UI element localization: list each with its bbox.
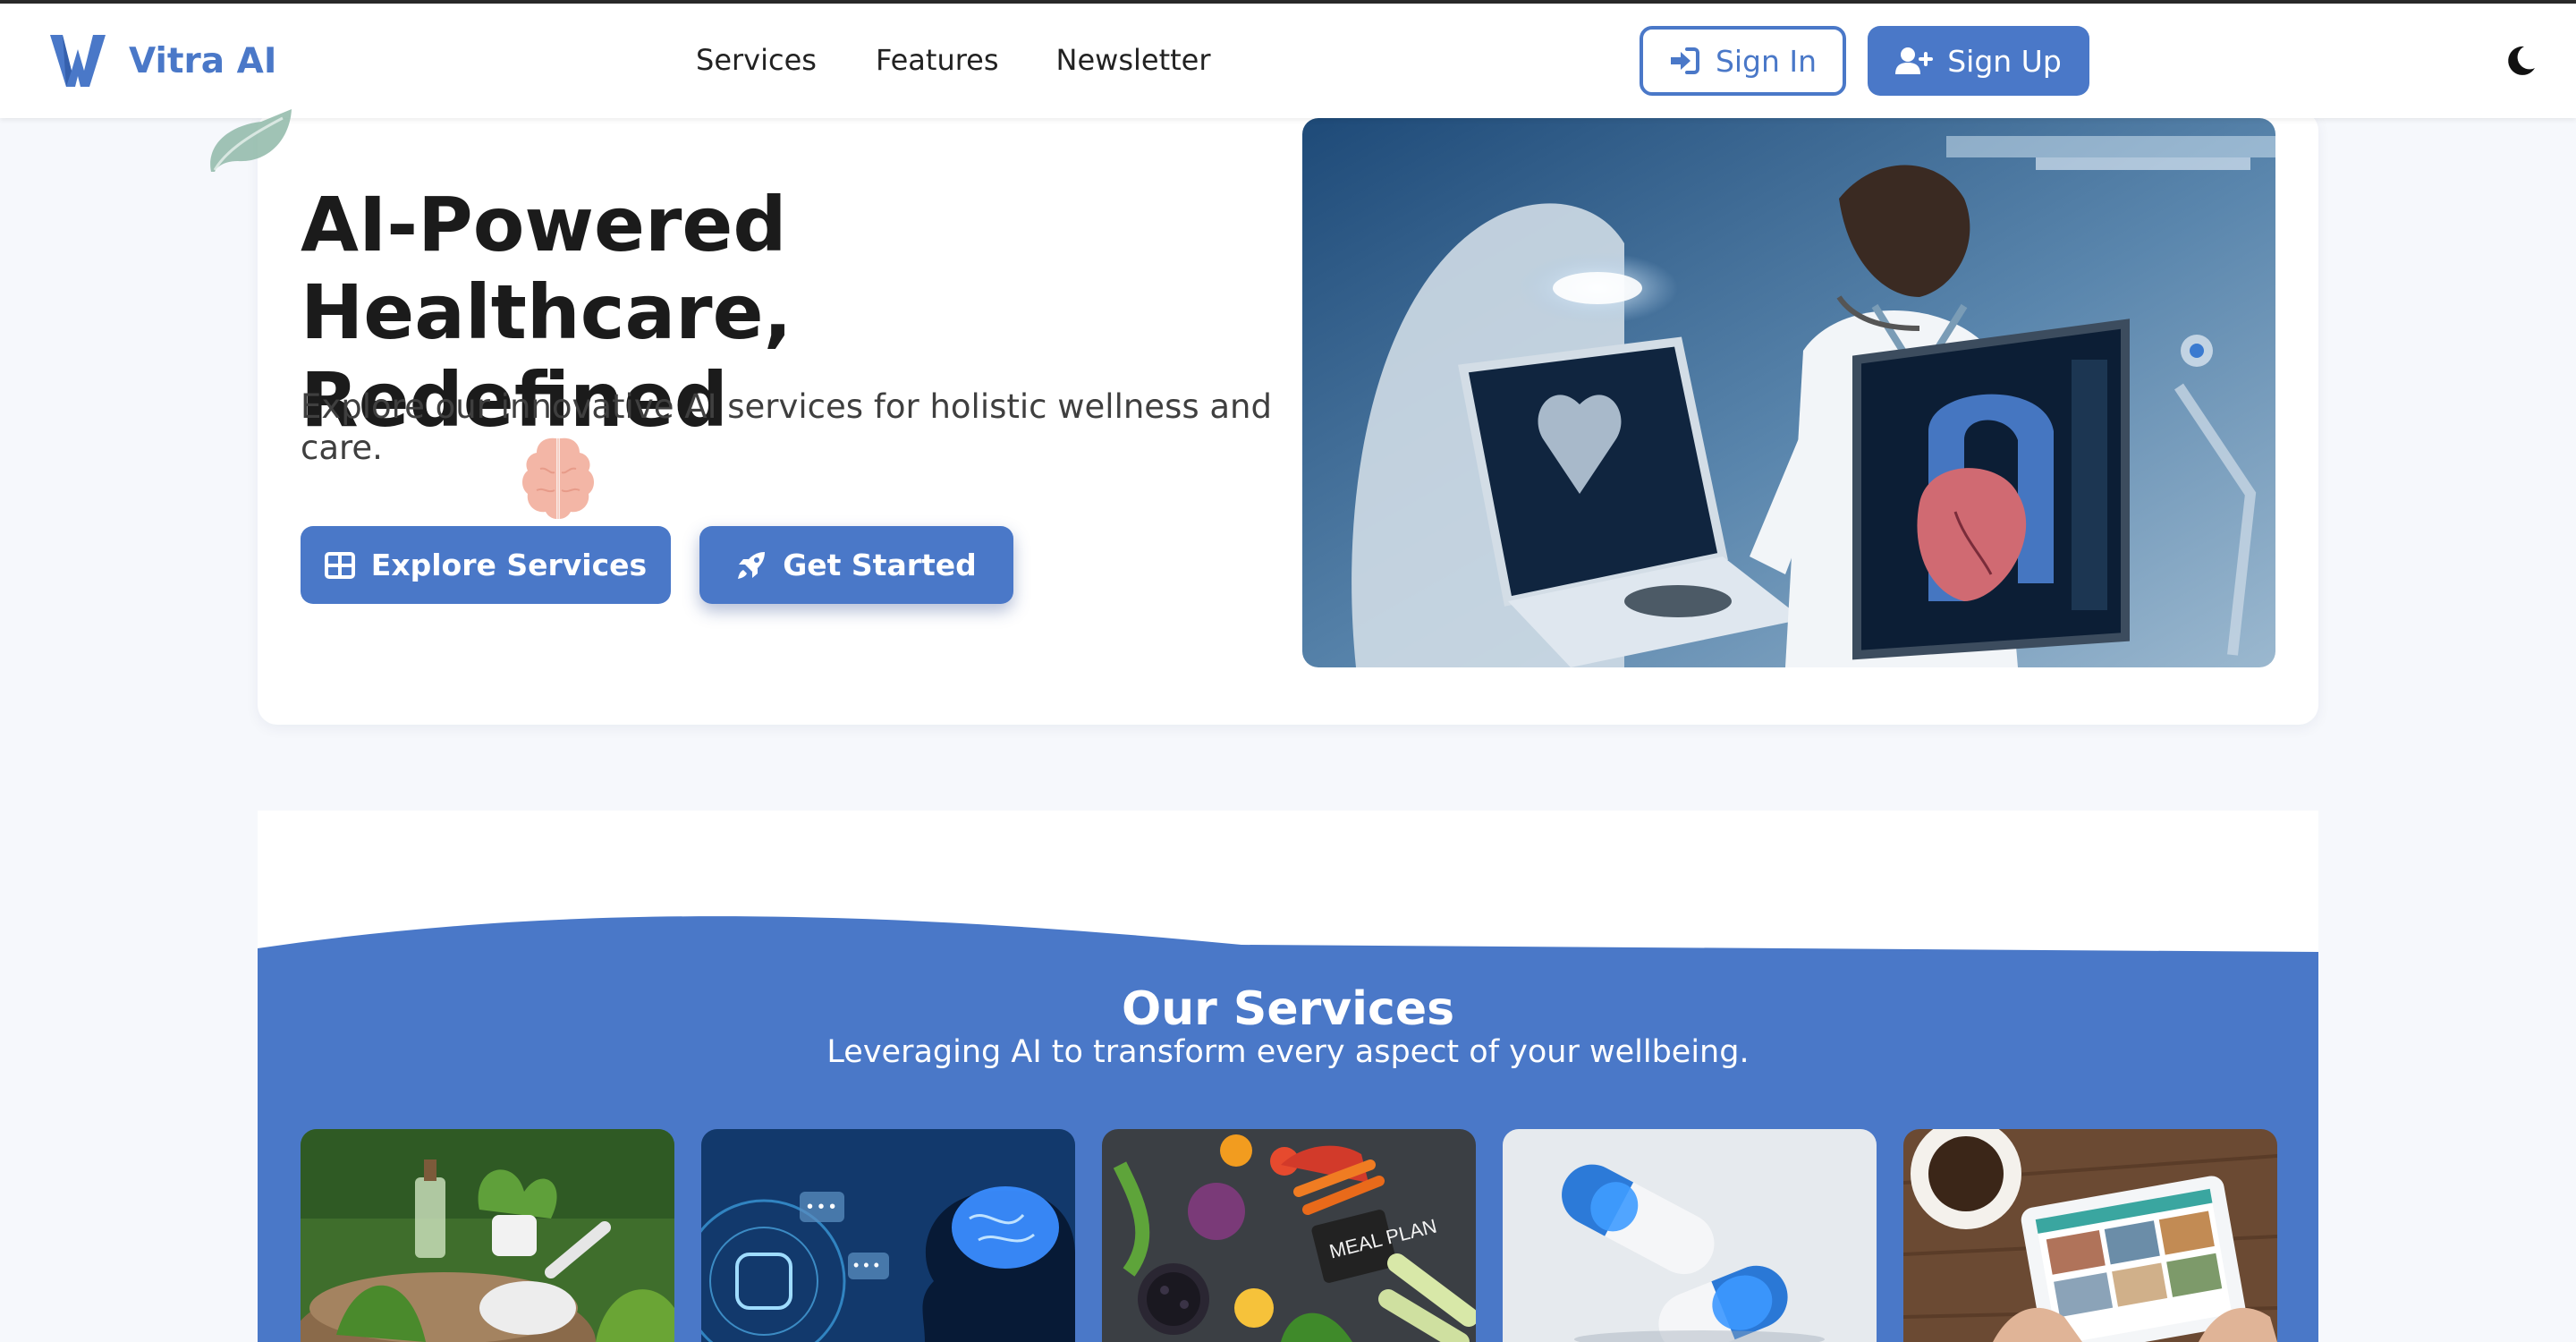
brain-decoration-icon	[522, 437, 594, 519]
meal-plan-image: MEAL PLAN	[1102, 1129, 1476, 1342]
herbal-remedies-image	[301, 1129, 674, 1342]
service-card-meal-plan[interactable]: MEAL PLAN	[1102, 1129, 1476, 1342]
rocket-icon	[738, 551, 766, 579]
hero-image	[1302, 118, 2275, 667]
sign-in-icon	[1670, 47, 1699, 74]
medication-image	[1503, 1129, 1877, 1342]
hero-illustration	[1302, 118, 2275, 667]
brand-name: Vitra AI	[129, 40, 277, 81]
svg-text:• • •: • • •	[853, 1256, 879, 1274]
service-card-medication[interactable]	[1503, 1129, 1877, 1342]
get-started-button[interactable]: Get Started	[699, 526, 1013, 604]
hero-subtitle: Explore our innovative AI services for h…	[301, 387, 1272, 467]
services-subtitle: Leveraging AI to transform every aspect …	[826, 1034, 1750, 1070]
sign-in-label: Sign In	[1715, 43, 1818, 79]
sign-up-label: Sign Up	[1947, 43, 2062, 79]
sign-up-button[interactable]: Sign Up	[1868, 26, 2089, 96]
service-card-ai-mind[interactable]: • • • • • •	[701, 1129, 1075, 1342]
brand[interactable]: Vitra AI	[48, 29, 276, 93]
nav-link-newsletter[interactable]: Newsletter	[1056, 43, 1211, 77]
sign-in-button[interactable]: Sign In	[1640, 26, 1846, 96]
explore-services-button[interactable]: Explore Services	[301, 526, 671, 604]
services-title: Our Services	[1121, 982, 1455, 1036]
nav-link-services[interactable]: Services	[696, 43, 817, 77]
get-started-label: Get Started	[783, 548, 977, 582]
service-card-herbal[interactable]	[301, 1129, 674, 1342]
moon-icon[interactable]	[2503, 43, 2538, 79]
nav-link-features[interactable]: Features	[876, 43, 999, 77]
user-plus-icon	[1895, 47, 1934, 74]
service-card-telehealth[interactable]	[1903, 1129, 2277, 1342]
hero-title-line1: AI-Powered Healthcare,	[301, 181, 792, 356]
grid-icon	[324, 551, 355, 579]
svg-text:• • •: • • •	[807, 1197, 835, 1217]
main-nav: Services Features Newsletter	[696, 43, 1211, 77]
ai-mental-health-image: • • • • • •	[701, 1129, 1075, 1342]
vitra-logo-icon	[50, 35, 106, 87]
explore-services-label: Explore Services	[370, 548, 648, 582]
leaf-decoration-icon	[210, 109, 292, 172]
navbar: Vitra AI Services Features Newsletter Si…	[0, 4, 2576, 118]
telehealth-tablet-image	[1903, 1129, 2277, 1342]
